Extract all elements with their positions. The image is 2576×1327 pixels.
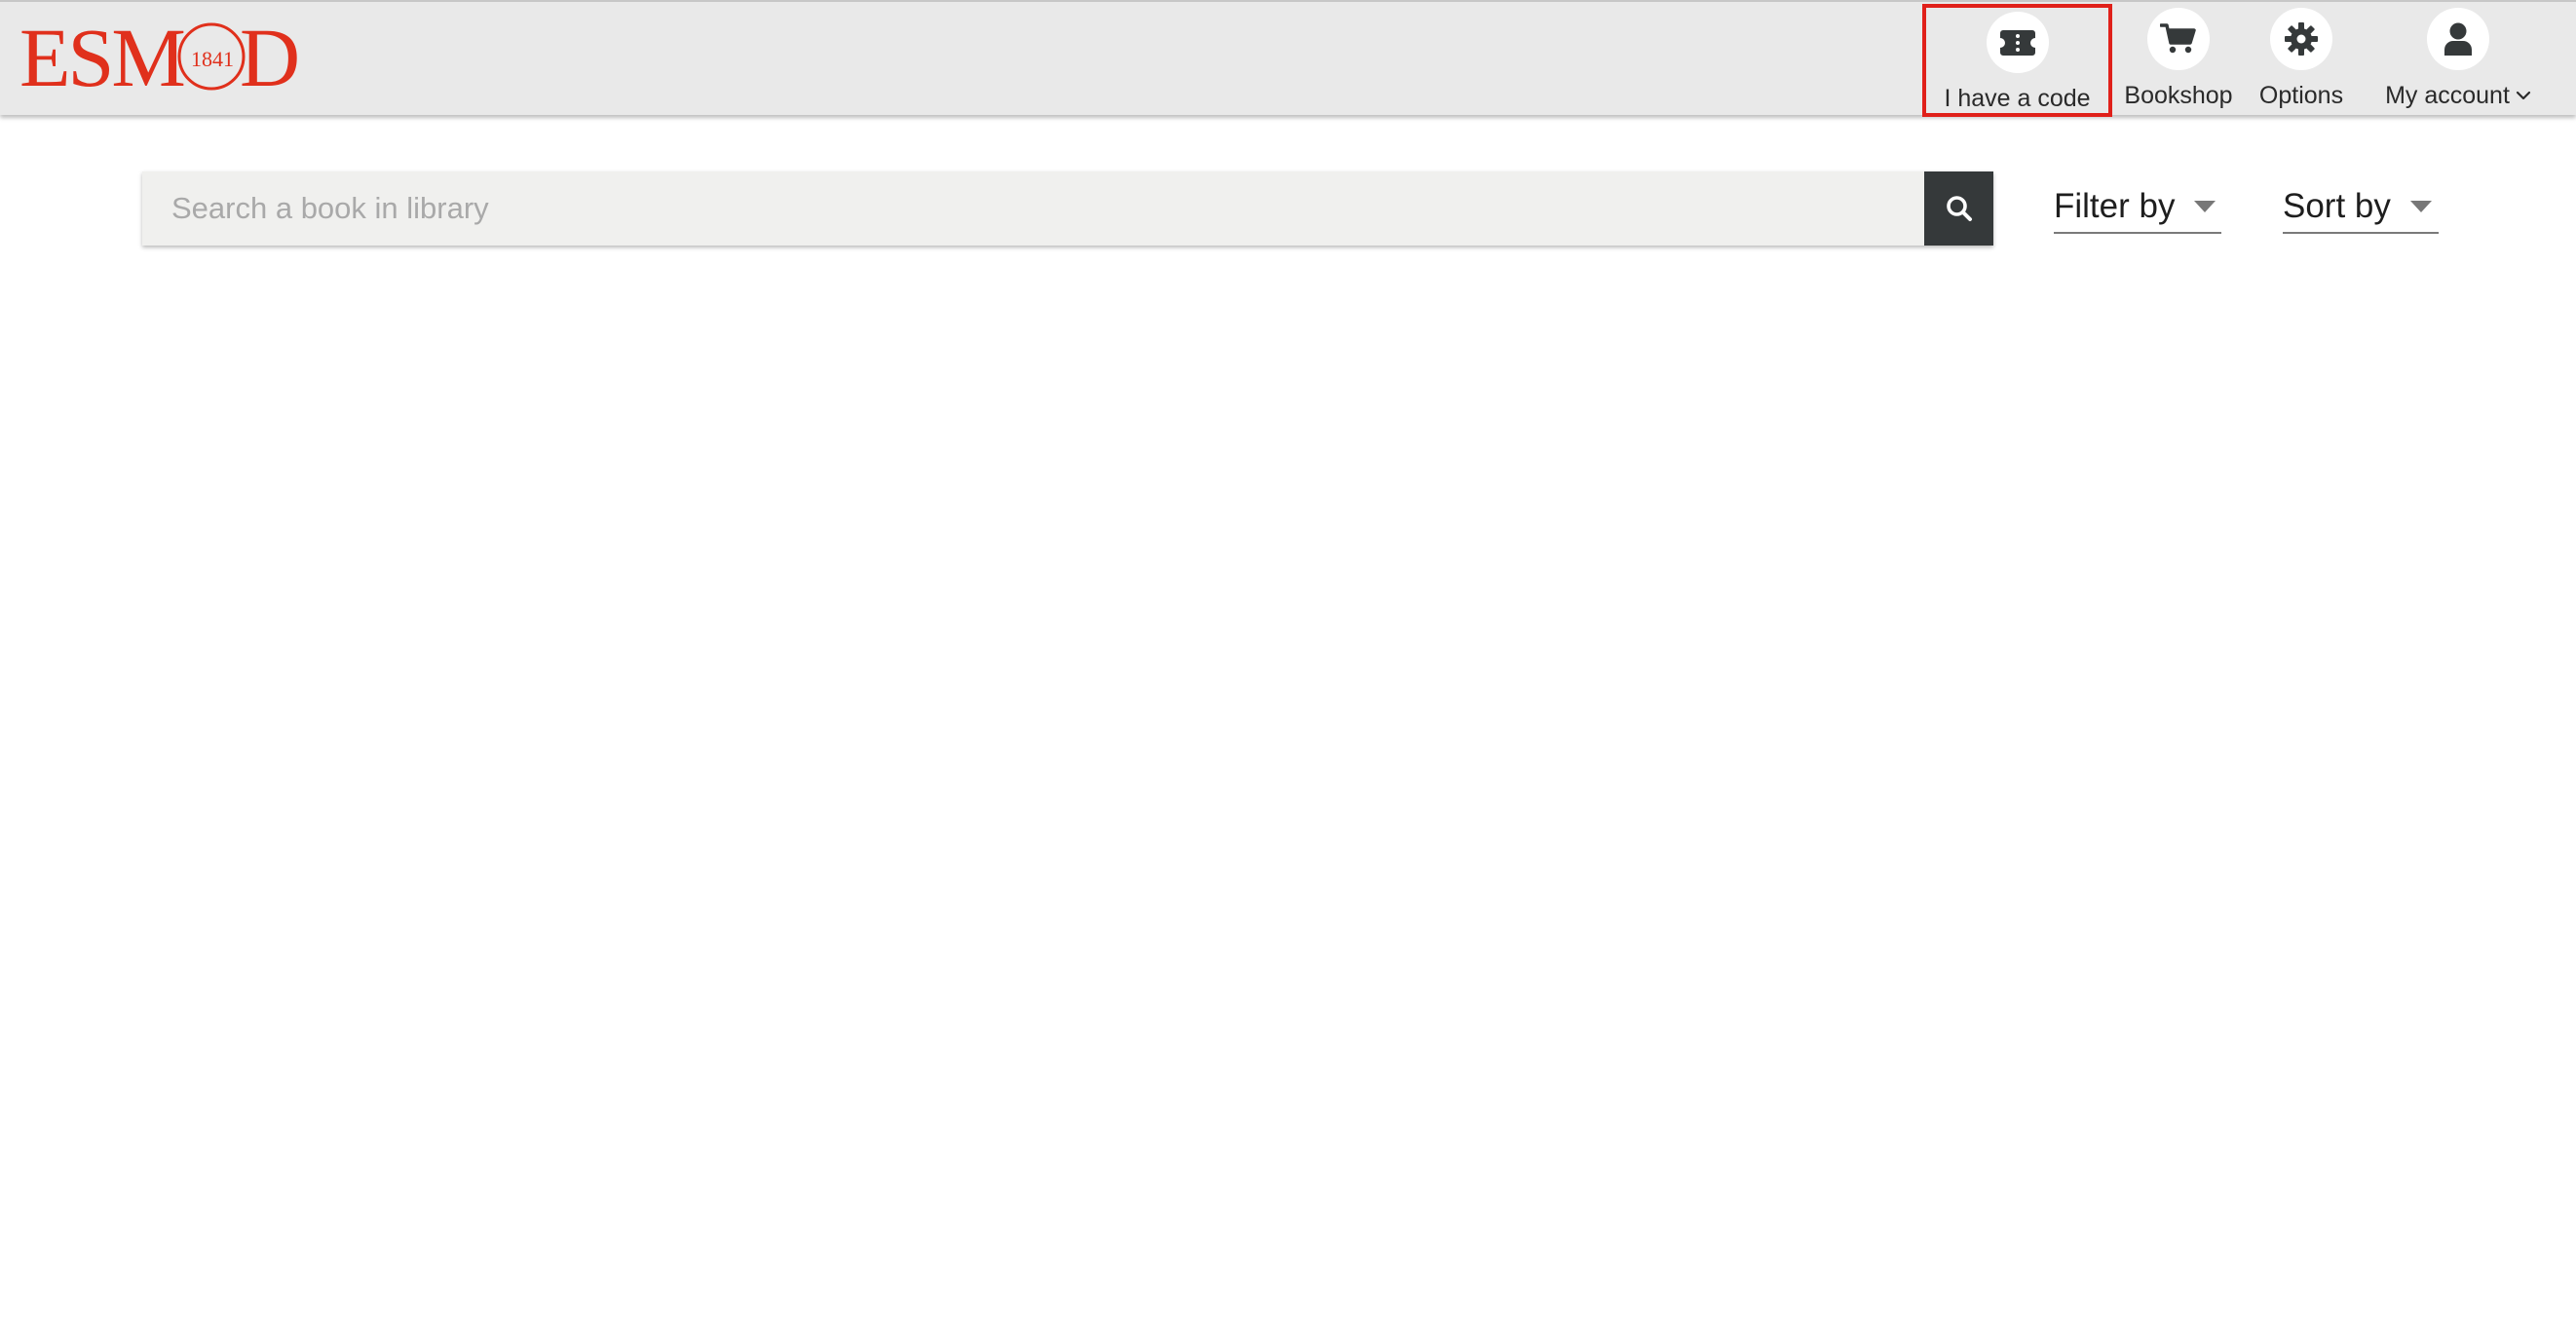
my-account-label: My account <box>2385 82 2510 109</box>
search-input[interactable] <box>142 171 1924 246</box>
esmod-logo-graphic: ESM 1841 D <box>19 14 300 95</box>
filter-by-label: Filter by <box>2054 187 2176 225</box>
logo-letter-d: D <box>240 14 300 95</box>
sort-by-label: Sort by <box>2283 187 2391 225</box>
bookshop-icon-circle <box>2147 8 2210 70</box>
options-icon-circle <box>2270 8 2332 70</box>
library-search-bar <box>142 171 1993 246</box>
filter-by-dropdown[interactable]: Filter by <box>2054 181 2221 234</box>
user-icon <box>2444 22 2472 56</box>
caret-down-icon <box>2409 201 2432 212</box>
options-label: Options <box>2258 82 2344 109</box>
search-button[interactable] <box>1924 171 1993 246</box>
my-account-label-row: My account <box>2385 81 2531 110</box>
code-icon-circle <box>1986 12 2049 73</box>
my-account-button[interactable]: My account <box>2368 4 2549 115</box>
i-have-a-code-button[interactable]: I have a code <box>1922 4 2112 117</box>
logo-year: 1841 <box>191 47 234 71</box>
search-icon <box>1946 196 1972 221</box>
caret-down-icon <box>2194 201 2216 212</box>
esmod-logo[interactable]: ESM 1841 D <box>19 14 304 95</box>
bookshop-button[interactable]: Bookshop <box>2116 4 2241 115</box>
bookshop-label: Bookshop <box>2124 82 2233 109</box>
top-header: ESM 1841 D I have a code Bookshop Option… <box>0 0 2576 117</box>
i-have-a-code-label: I have a code <box>1944 85 2091 112</box>
gear-icon <box>2285 22 2318 56</box>
sort-by-dropdown[interactable]: Sort by <box>2283 181 2439 234</box>
cart-icon <box>2160 23 2196 54</box>
logo-letters-left: ESM <box>19 14 183 95</box>
options-button[interactable]: Options <box>2251 4 2352 115</box>
account-icon-circle <box>2427 8 2489 70</box>
ticket-icon <box>1999 29 2035 56</box>
chevron-down-icon <box>2516 91 2531 100</box>
